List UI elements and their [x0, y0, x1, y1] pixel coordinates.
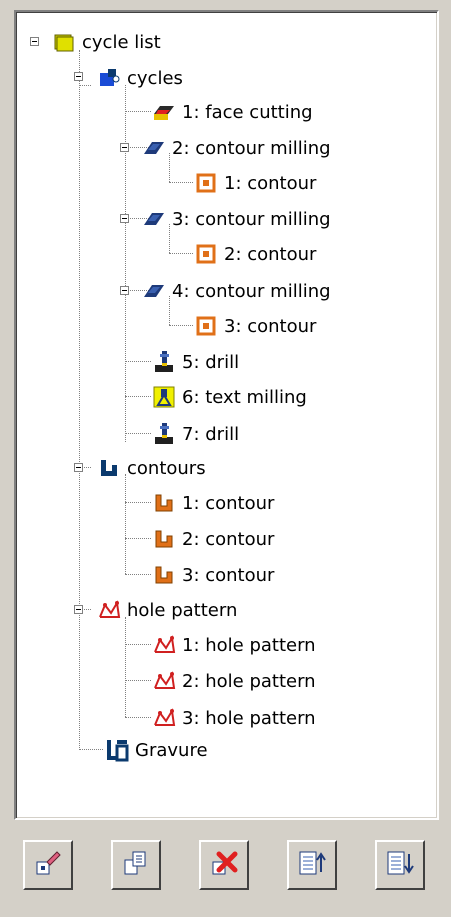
- tree-node-label: contours: [127, 457, 206, 479]
- contour-milling-icon: [142, 137, 166, 159]
- hole-pattern-icon: [152, 707, 176, 729]
- expander-contours[interactable]: [74, 463, 83, 472]
- tree-node-cycle-contour[interactable]: 3: contour: [194, 311, 316, 341]
- tree-node-label: 3: hole pattern: [182, 707, 316, 729]
- tree-node-label: 7: drill: [182, 423, 240, 445]
- tree-node-cycle-contour[interactable]: 1: contour: [194, 168, 316, 198]
- copy-icon: [121, 848, 151, 882]
- expander-cycle-3[interactable]: [120, 214, 129, 223]
- move-down-icon: [385, 848, 415, 882]
- cycles-icon: [97, 67, 121, 89]
- tree-node-cycle[interactable]: 2: contour milling: [142, 133, 331, 163]
- drill-icon: [152, 423, 176, 445]
- move-up-button[interactable]: [287, 840, 337, 890]
- tree-node-label: 6: text milling: [182, 386, 307, 408]
- tree-node-cycle-contour[interactable]: 2: contour: [194, 239, 316, 269]
- tree-node-cycles[interactable]: cycles: [97, 63, 183, 93]
- tree-node-cycle[interactable]: 3: contour milling: [142, 204, 331, 234]
- contour-milling-icon: [142, 280, 166, 302]
- contour-icon: [152, 528, 176, 550]
- tree-node-label: 5: drill: [182, 351, 240, 373]
- cycle-tree: cycle list cycles 1: face cutting 2: con…: [16, 12, 437, 818]
- tree-node-label: 3: contour: [182, 564, 275, 586]
- tree-node-hole-pattern[interactable]: hole pattern: [97, 595, 237, 625]
- tree-node-contours[interactable]: contours: [97, 453, 206, 483]
- hole-pattern-icon: [97, 599, 121, 621]
- gravure-icon: [105, 739, 129, 762]
- tree-node-label: 3: contour: [224, 315, 317, 337]
- contour-icon: [152, 492, 176, 514]
- tree-node-cycle[interactable]: 5: drill: [152, 347, 239, 377]
- tree-node-label: hole pattern: [127, 599, 238, 621]
- tree-node-cycle[interactable]: 6: text milling: [152, 382, 307, 412]
- contour-icon: [152, 564, 176, 586]
- tree-node-contour[interactable]: 2: contour: [152, 524, 274, 554]
- contour-icon: [194, 243, 218, 265]
- tree-node-label: 4: contour milling: [172, 280, 331, 302]
- contour-icon: [194, 172, 218, 194]
- tree-node-gravure[interactable]: Gravure: [105, 735, 208, 765]
- tree-node-cycle[interactable]: 7: drill: [152, 419, 239, 449]
- expander-root[interactable]: [30, 37, 39, 46]
- edit-button[interactable]: [23, 840, 73, 890]
- tree-node-label: Gravure: [135, 739, 208, 761]
- expander-hole-pattern[interactable]: [74, 605, 83, 614]
- toolbar: [0, 840, 451, 900]
- hole-pattern-icon: [152, 670, 176, 692]
- tree-node-label: 2: contour: [224, 243, 317, 265]
- expander-cycle-4[interactable]: [120, 286, 129, 295]
- tree-node-label: 2: contour: [182, 528, 275, 550]
- tree-node-contour[interactable]: 1: contour: [152, 488, 274, 518]
- tree-node-label: 1: hole pattern: [182, 634, 316, 656]
- delete-button[interactable]: [199, 840, 249, 890]
- tree-node-label: cycles: [127, 67, 183, 89]
- contour-milling-icon: [142, 208, 166, 230]
- expander-cycle-2[interactable]: [120, 143, 129, 152]
- tree-node-label: cycle list: [82, 31, 161, 53]
- tree-node-label: 2: contour milling: [172, 137, 331, 159]
- delete-icon: [209, 848, 239, 882]
- contour-icon: [194, 315, 218, 337]
- folder-icon: [52, 31, 76, 53]
- tree-node-hole-pattern-item[interactable]: 2: hole pattern: [152, 666, 316, 696]
- face-cutting-icon: [152, 101, 176, 123]
- tree-node-hole-pattern-item[interactable]: 1: hole pattern: [152, 630, 316, 660]
- tree-node-cycle-list[interactable]: cycle list: [52, 27, 161, 57]
- text-milling-icon: [152, 386, 176, 408]
- edit-icon: [33, 848, 63, 882]
- copy-button[interactable]: [111, 840, 161, 890]
- move-down-button[interactable]: [375, 840, 425, 890]
- move-up-icon: [297, 848, 327, 882]
- tree-node-label: 1: contour: [182, 492, 275, 514]
- tree-node-label: 1: face cutting: [182, 101, 313, 123]
- tree-node-label: 3: contour milling: [172, 208, 331, 230]
- drill-icon: [152, 351, 176, 373]
- expander-cycles[interactable]: [74, 72, 83, 81]
- contours-icon: [97, 457, 121, 479]
- cycle-tree-panel: cycle list cycles 1: face cutting 2: con…: [14, 10, 439, 820]
- tree-node-label: 2: hole pattern: [182, 670, 316, 692]
- tree-node-cycle[interactable]: 1: face cutting: [152, 97, 313, 127]
- tree-node-cycle[interactable]: 4: contour milling: [142, 276, 331, 306]
- tree-node-contour[interactable]: 3: contour: [152, 560, 274, 590]
- tree-node-label: 1: contour: [224, 172, 317, 194]
- tree-node-hole-pattern-item[interactable]: 3: hole pattern: [152, 703, 316, 733]
- hole-pattern-icon: [152, 634, 176, 656]
